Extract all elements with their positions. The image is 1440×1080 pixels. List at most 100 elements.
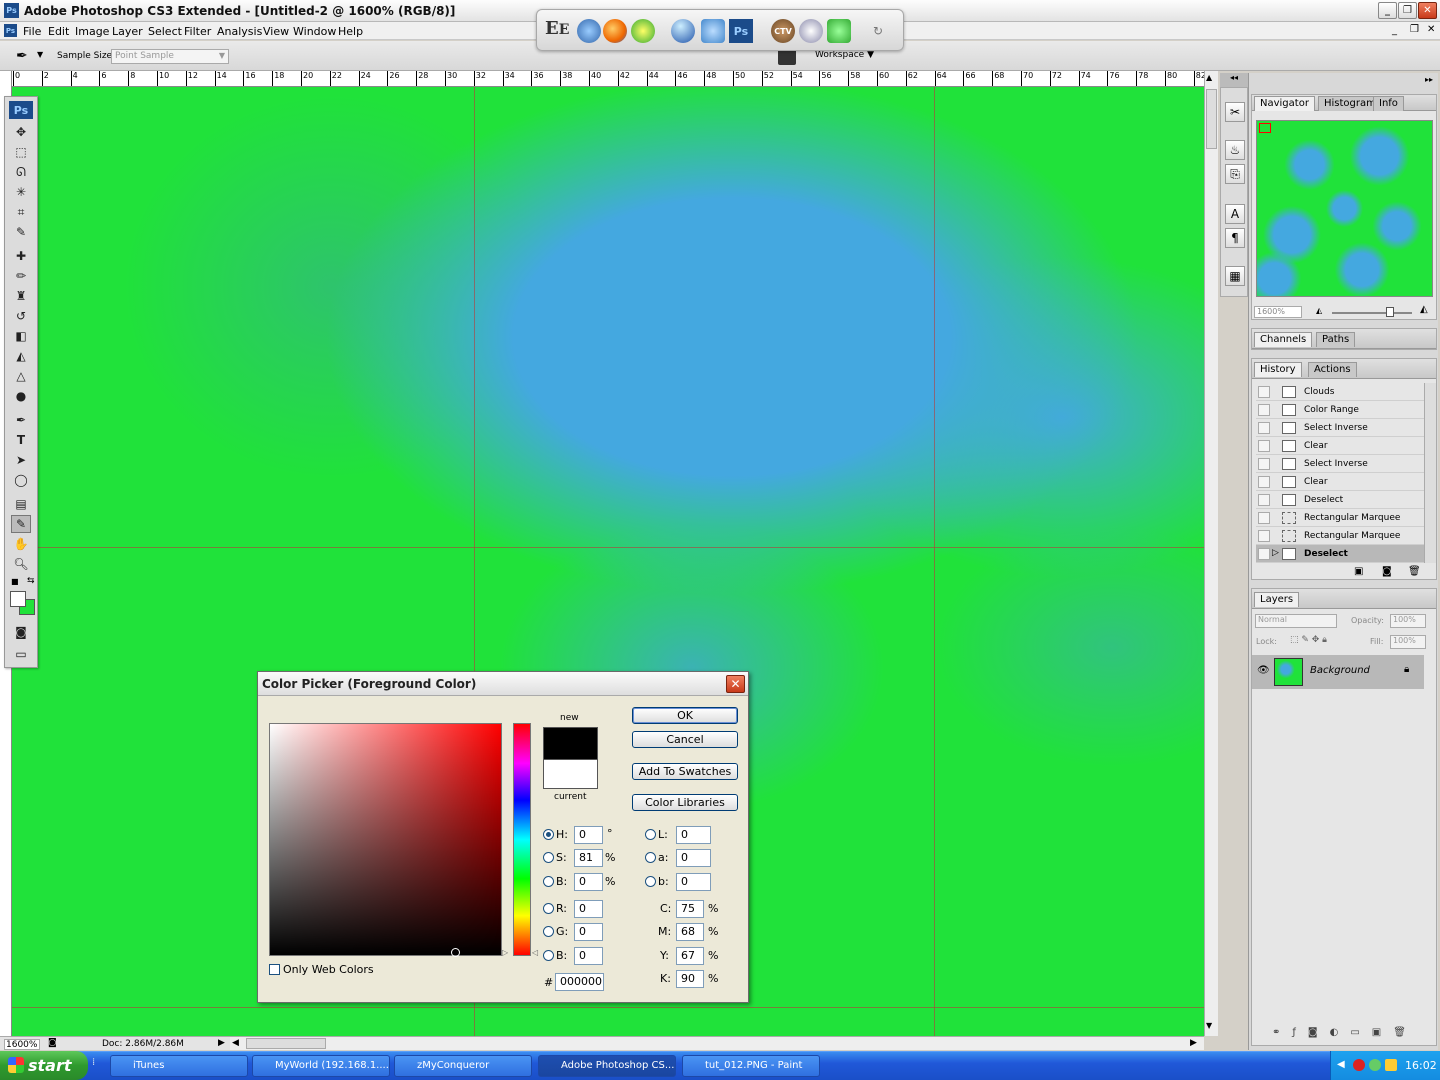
fill-input[interactable]: 100% xyxy=(1390,635,1426,649)
red-input[interactable]: 0 xyxy=(574,900,603,918)
yellow-input[interactable]: 67 xyxy=(676,947,704,965)
clone-source-icon[interactable]: ⎘ xyxy=(1225,164,1245,184)
scroll-up-icon[interactable]: ▲ xyxy=(1206,73,1212,82)
taskbar-item-zmyconqueror[interactable]: zMyConqueror xyxy=(394,1055,532,1077)
lock-icons[interactable]: ⬚ ✎ ✥ 🔒︎ xyxy=(1290,635,1327,645)
hue-input[interactable]: 0 xyxy=(574,826,603,844)
blur-tool-icon[interactable]: △ xyxy=(11,367,31,385)
taskbar-item-myworld[interactable]: MyWorld (192.168.1.... xyxy=(252,1055,390,1077)
quick-mask-icon[interactable]: ◙ xyxy=(11,623,31,641)
tray-antivirus-icon[interactable] xyxy=(1353,1059,1365,1071)
history-state-pointer-icon[interactable]: ▷ xyxy=(1272,548,1279,558)
earth-icon[interactable] xyxy=(671,19,695,43)
layer-row[interactable]: 👁︎ Background 🔒︎ xyxy=(1252,655,1424,689)
zoom-in-icon[interactable]: ◭ xyxy=(1420,304,1428,315)
marquee-tool-icon[interactable]: ⬚ xyxy=(11,143,31,161)
red-radio[interactable] xyxy=(543,903,554,914)
panels-expand-icon[interactable]: ▸▸ xyxy=(1425,75,1433,84)
color-field-cursor[interactable] xyxy=(451,948,460,957)
eyedropper-preset-icon[interactable]: ✒ xyxy=(16,48,28,64)
refresh-icon[interactable]: ↻ xyxy=(873,24,883,38)
add-to-swatches-button[interactable]: Add To Swatches xyxy=(632,763,738,780)
close-button[interactable]: ✕ xyxy=(1418,2,1437,19)
color-field[interactable] xyxy=(269,723,502,957)
history-brush-source-checkbox[interactable] xyxy=(1258,386,1270,398)
vertical-scrollbar[interactable]: ▲ ▼ xyxy=(1204,71,1218,1036)
lab-a-radio[interactable] xyxy=(645,852,656,863)
doc-close-icon[interactable]: ✕ xyxy=(1427,24,1435,35)
shape-tool-icon[interactable]: ◯ xyxy=(11,471,31,489)
history-brush-source-checkbox[interactable] xyxy=(1258,548,1270,560)
scroll-right-icon[interactable]: ▶ xyxy=(1190,1038,1197,1048)
history-brush-icon[interactable]: ↺ xyxy=(11,307,31,325)
scroll-down-icon[interactable]: ▼ xyxy=(1206,1021,1212,1030)
green-radio[interactable] xyxy=(543,926,554,937)
dodge-tool-icon[interactable]: ● xyxy=(11,387,31,405)
screen-mode-icon[interactable]: ▭ xyxy=(11,645,31,663)
photoshop-launch-icon[interactable]: Ps xyxy=(729,19,753,43)
horizontal-scroll-thumb[interactable] xyxy=(246,1038,326,1049)
snapshot-icon[interactable]: ◙ xyxy=(1382,566,1392,577)
new-document-from-state-icon[interactable]: ▣ xyxy=(1354,566,1363,577)
tab-actions[interactable]: Actions xyxy=(1308,362,1357,377)
tab-paths[interactable]: Paths xyxy=(1316,332,1356,347)
status-info-icon[interactable]: ◙ xyxy=(48,1038,57,1048)
tray-expand-icon[interactable]: ◀ xyxy=(1337,1059,1345,1070)
color-libraries-button[interactable]: Color Libraries xyxy=(632,794,738,811)
navigator-view-box[interactable] xyxy=(1259,123,1271,133)
black-input[interactable]: 90 xyxy=(676,970,704,988)
tab-layers[interactable]: Layers xyxy=(1254,592,1300,607)
workspace-menu[interactable]: Workspace ▼ xyxy=(815,50,874,60)
hex-input[interactable]: 000000 xyxy=(555,973,604,991)
ok-button[interactable]: OK xyxy=(632,707,738,724)
zoom-level[interactable]: 1600% xyxy=(4,1039,40,1050)
hue-slider-left-arrow[interactable]: ▷ xyxy=(502,948,508,957)
paint-bucket-icon[interactable]: ◭ xyxy=(11,347,31,365)
taskbar-item-photoshop[interactable]: Adobe Photoshop CS... xyxy=(538,1055,676,1077)
move-tool-icon[interactable]: ✥ xyxy=(11,123,31,141)
foreground-color-swatch[interactable] xyxy=(10,591,26,607)
menu-view[interactable]: View xyxy=(263,25,289,38)
globe-icon[interactable] xyxy=(631,19,655,43)
tab-info[interactable]: Info xyxy=(1373,96,1404,111)
history-item[interactable]: Select Inverse xyxy=(1256,455,1424,473)
hand-tool-icon[interactable]: ✋ xyxy=(11,535,31,553)
menu-layer[interactable]: Layer xyxy=(112,25,143,38)
slice-tool-icon[interactable]: ✎ xyxy=(11,223,31,241)
tab-history[interactable]: History xyxy=(1254,362,1302,377)
history-brush-source-checkbox[interactable] xyxy=(1258,512,1270,524)
eraser-tool-icon[interactable]: ◧ xyxy=(11,327,31,345)
layers-footer-icons[interactable]: ⚭ƒ◙◐▭▣🗑︎ xyxy=(1272,1027,1418,1038)
stamp-tool-icon[interactable]: ♜ xyxy=(11,287,31,305)
current-color-swatch[interactable] xyxy=(543,760,598,789)
magic-wand-icon[interactable]: ✳ xyxy=(11,183,31,201)
hue-slider-right-arrow[interactable]: ◁ xyxy=(532,948,538,957)
history-item[interactable]: Color Range xyxy=(1256,401,1424,419)
magenta-input[interactable]: 68 xyxy=(676,923,704,941)
quick-launch-tray-icon[interactable]: ⁞ xyxy=(92,1057,106,1075)
lab-b-input[interactable]: 0 xyxy=(676,873,711,891)
brightness-radio[interactable] xyxy=(543,876,554,887)
swap-colors-icon[interactable]: ⇆ xyxy=(27,576,35,586)
brushes-icon[interactable]: ♨ xyxy=(1225,140,1245,160)
type-tool-icon[interactable]: T xyxy=(11,431,31,449)
restore-button[interactable]: ❐ xyxy=(1398,2,1417,19)
zoom-slider[interactable] xyxy=(1332,307,1412,317)
healing-brush-icon[interactable]: ✚ xyxy=(11,247,31,265)
history-brush-source-checkbox[interactable] xyxy=(1258,458,1270,470)
vertical-scroll-thumb[interactable] xyxy=(1206,89,1217,149)
horizontal-scrollbar[interactable]: ◀ ▶ xyxy=(230,1036,1204,1050)
paragraph-icon[interactable]: ¶ xyxy=(1225,228,1245,248)
menu-analysis[interactable]: Analysis xyxy=(217,25,262,38)
tool-presets-icon[interactable]: ✂ xyxy=(1225,102,1245,122)
notes-tool-icon[interactable]: ▤ xyxy=(11,495,31,513)
brush-tool-icon[interactable]: ✏ xyxy=(11,267,31,285)
blue-input[interactable]: 0 xyxy=(574,947,603,965)
tray-messenger-icon[interactable] xyxy=(1369,1059,1381,1071)
zoom-tool-icon[interactable]: 🔍︎ xyxy=(11,555,31,573)
status-menu-icon[interactable]: ▶ xyxy=(218,1038,225,1048)
start-button[interactable]: start xyxy=(0,1051,88,1080)
history-brush-source-checkbox[interactable] xyxy=(1258,422,1270,434)
saturation-input[interactable]: 81 xyxy=(574,849,603,867)
menu-file[interactable]: File xyxy=(23,25,41,38)
